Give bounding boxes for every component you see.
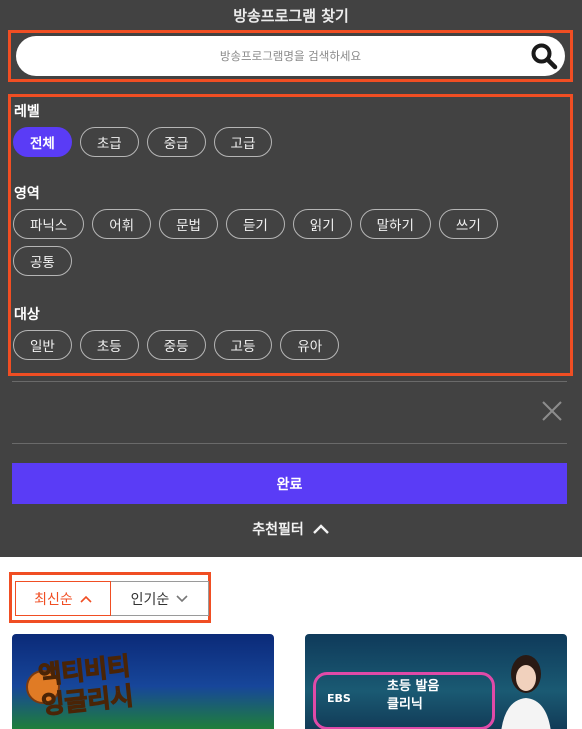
close-icon[interactable] — [540, 399, 564, 423]
host-image — [501, 655, 551, 729]
divider — [12, 381, 567, 382]
divider — [12, 443, 567, 444]
target-chip-preschool[interactable]: 유아 — [280, 330, 340, 360]
search-icon[interactable] — [529, 41, 559, 71]
target-chip-general[interactable]: 일반 — [13, 330, 72, 360]
area-chip-vocabulary[interactable]: 어휘 — [92, 209, 152, 239]
chevron-down-icon — [176, 594, 188, 602]
sort-latest-label: 최신순 — [34, 591, 73, 608]
area-chip-speaking[interactable]: 말하기 — [359, 209, 431, 239]
target-chips: 일반 초등 중등 고등 유아 — [13, 330, 558, 367]
area-chip-phonics[interactable]: 파닉스 — [13, 209, 85, 239]
level-chip-intermediate[interactable]: 중급 — [146, 127, 206, 157]
recommend-filter-toggle[interactable]: 추천필터 — [0, 519, 582, 539]
target-chip-middle[interactable]: 중등 — [146, 330, 206, 360]
sort-popular-label: 인기순 — [130, 591, 170, 608]
chevron-up-icon — [312, 524, 329, 534]
level-chip-beginner[interactable]: 초급 — [79, 127, 139, 157]
program-card[interactable]: 액티비티 잉글리시 — [12, 634, 274, 729]
area-chip-reading[interactable]: 읽기 — [292, 209, 352, 239]
level-label: 레벨 — [14, 104, 40, 120]
area-chip-listening[interactable]: 듣기 — [225, 209, 285, 239]
area-label: 영역 — [14, 186, 40, 202]
target-chip-high[interactable]: 고등 — [213, 330, 273, 360]
filter-options-area: 레벨 전체 초급 중급 고급 영역 파닉스 어휘 문법 듣기 읽기 말하기 쓰기… — [8, 94, 573, 376]
sort-controls: 최신순 인기순 — [9, 572, 211, 623]
area-chips: 파닉스 어휘 문법 듣기 읽기 말하기 쓰기 공통 — [13, 209, 558, 283]
program-card[interactable]: EBS 초등 발음 클리닉 — [305, 634, 567, 729]
chevron-up-icon — [80, 595, 92, 603]
page-title: 방송프로그램 찾기 — [233, 7, 349, 25]
search-area — [8, 30, 573, 82]
level-chip-advanced[interactable]: 고급 — [213, 127, 273, 157]
area-chip-writing[interactable]: 쓰기 — [438, 209, 498, 239]
target-label: 대상 — [14, 307, 40, 323]
ebs-logo: EBS — [327, 692, 351, 705]
level-chip-all[interactable]: 전체 — [13, 127, 72, 157]
sort-latest-button[interactable]: 최신순 — [15, 581, 111, 616]
recommend-filter-label: 추천필터 — [252, 522, 304, 538]
program-card-title: 액티비티 잉글리시 — [37, 651, 136, 720]
search-input[interactable] — [16, 36, 565, 76]
search-bar — [16, 36, 565, 76]
level-chips: 전체 초급 중급 고급 — [13, 127, 558, 164]
sort-button-group: 최신순 인기순 — [15, 581, 209, 616]
filter-panel: 방송프로그램 찾기 레벨 전체 초급 중급 고급 영역 파닉스 어휘 문법 듣기… — [0, 0, 582, 557]
sort-popular-button[interactable]: 인기순 — [111, 581, 209, 616]
program-card-title: 초등 발음 클리닉 — [387, 679, 440, 712]
area-chip-grammar[interactable]: 문법 — [159, 209, 218, 239]
done-button[interactable]: 완료 — [12, 463, 567, 504]
target-chip-elementary[interactable]: 초등 — [79, 330, 139, 360]
area-chip-common[interactable]: 공통 — [13, 246, 72, 276]
